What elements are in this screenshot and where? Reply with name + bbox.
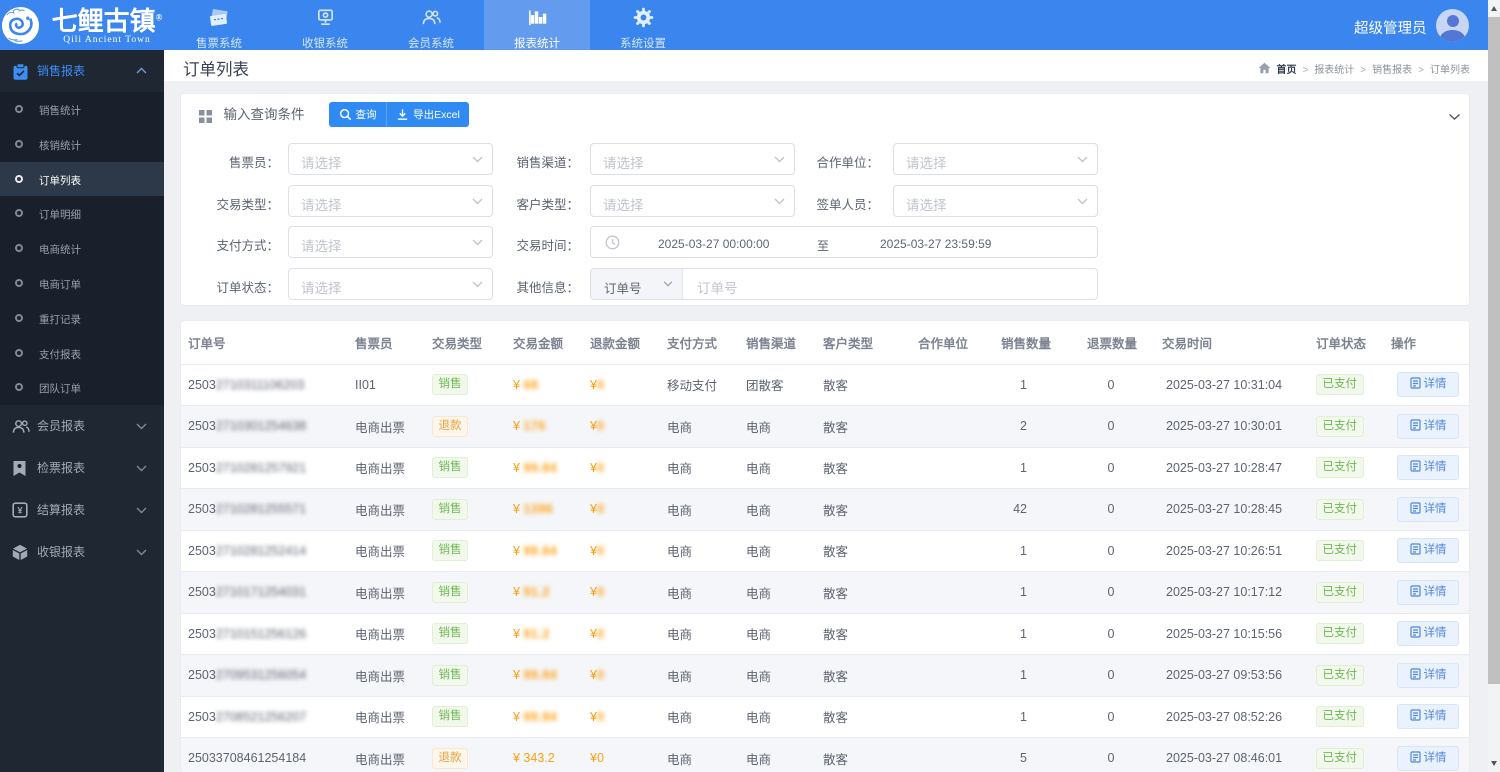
svg-text:¥: ¥: [17, 506, 22, 516]
